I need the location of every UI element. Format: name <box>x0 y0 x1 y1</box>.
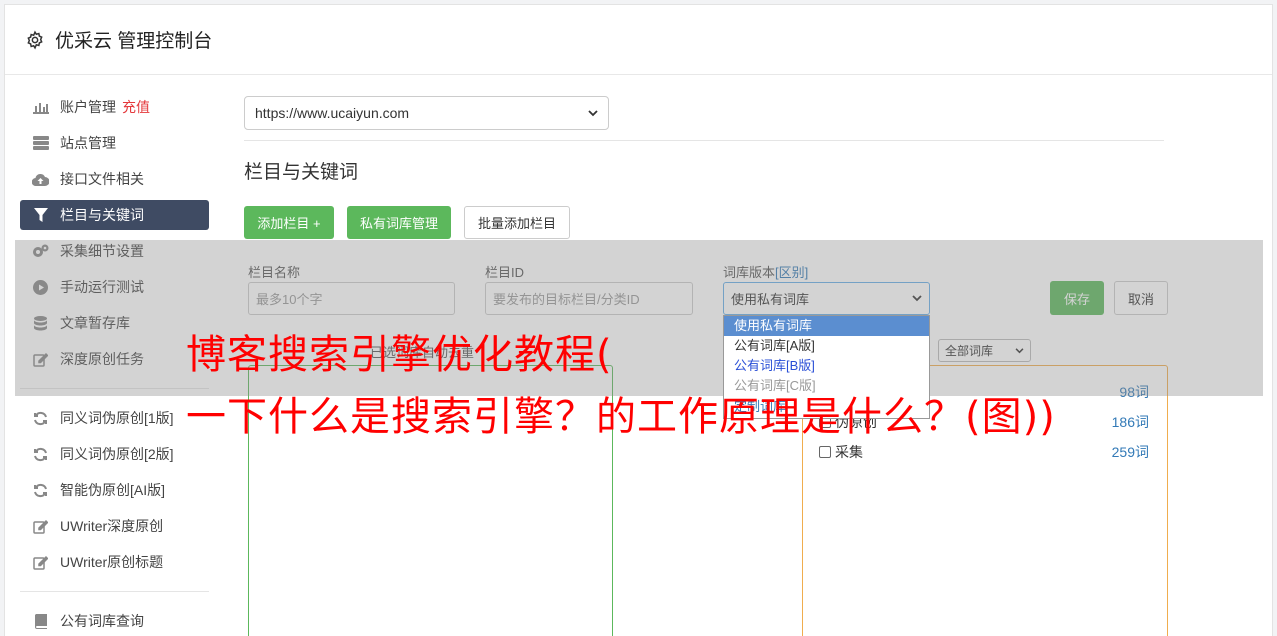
chevron-down-icon <box>588 109 598 116</box>
sidebar-item-uwriter-title[interactable]: UWriter原创标题 <box>20 547 209 577</box>
sidebar-item-label: 接口文件相关 <box>60 171 144 187</box>
section-title: 栏目与关键词 <box>244 162 359 183</box>
main-content: https://www.ucaiyun.com 栏目与关键词 添加栏目 + 私有… <box>244 96 1164 239</box>
batch-add-button[interactable]: 批量添加栏目 <box>464 206 570 239</box>
sidebar-item-api-files[interactable]: 接口文件相关 <box>20 164 209 194</box>
sidebar-item-uwriter-deep[interactable]: UWriter深度原创 <box>20 511 209 541</box>
watermark-line-2: 一下什么是搜索引擎？的工作原理是什么？(图)) <box>186 394 1056 440</box>
page-title: 优采云 管理控制台 <box>55 31 213 52</box>
lib-count: 186词 <box>1111 414 1149 430</box>
dropdown-option[interactable]: 公有词库[A版] <box>724 336 929 356</box>
sidebar-item-label: 站点管理 <box>60 135 116 151</box>
add-column-button[interactable]: 添加栏目 + <box>244 206 334 239</box>
sidebar-item-columns-keywords[interactable]: 栏目与关键词 <box>20 200 209 230</box>
refresh-icon <box>32 410 49 427</box>
checkbox-box[interactable] <box>819 446 831 458</box>
filter-icon <box>32 207 49 224</box>
edit-icon <box>32 518 49 535</box>
sidebar-item-public-lib[interactable]: 公有词库查询 <box>20 606 209 636</box>
sidebar-item-label: 同义词伪原创[2版] <box>60 446 174 462</box>
sidebar-item-label: UWriter原创标题 <box>60 554 164 570</box>
site-select-value: https://www.ucaiyun.com <box>255 105 410 121</box>
sidebar-item-label: 公有词库查询 <box>60 613 144 629</box>
list-item[interactable]: 采集 259词 <box>819 442 1149 462</box>
refresh-icon <box>32 482 49 499</box>
action-buttons: 添加栏目 + 私有词库管理 批量添加栏目 <box>244 206 1164 239</box>
lib-count: 259词 <box>1111 444 1149 460</box>
sidebar-item-synonym-v1[interactable]: 同义词伪原创[1版] <box>20 403 209 433</box>
watermark-line-1: 博客搜索引擎优化教程( <box>186 332 613 378</box>
lib-name: 采集 <box>835 444 863 460</box>
site-select[interactable]: https://www.ucaiyun.com <box>244 96 609 130</box>
recharge-link[interactable]: 充值 <box>122 97 150 117</box>
cloud-upload-icon <box>32 171 49 188</box>
bar-chart-icon <box>32 99 49 116</box>
sidebar-item-label: 智能伪原创[AI版] <box>60 482 166 498</box>
gear-icon <box>27 29 43 50</box>
dropdown-option[interactable]: 公有词库[B版] <box>724 356 929 376</box>
dropdown-option[interactable]: 使用私有词库 <box>724 316 929 336</box>
sidebar-item-sites[interactable]: 站点管理 <box>20 128 209 158</box>
sidebar-item-label: 栏目与关键词 <box>60 207 144 223</box>
top-bar: 优采云 管理控制台 <box>5 5 1272 75</box>
sidebar-divider <box>20 591 209 592</box>
book-icon <box>32 613 49 630</box>
edit-icon <box>32 554 49 571</box>
server-icon <box>32 135 49 152</box>
sidebar-item-ai-rewrite[interactable]: 智能伪原创[AI版] <box>20 475 209 505</box>
private-lib-button[interactable]: 私有词库管理 <box>347 206 451 239</box>
sidebar-item-account[interactable]: 账户管理 充值 <box>20 92 209 122</box>
lib-checkbox[interactable]: 采集 <box>819 442 863 462</box>
divider <box>244 140 1164 141</box>
sidebar-item-label: 同义词伪原创[1版] <box>60 410 174 426</box>
sidebar-item-label: UWriter深度原创 <box>60 518 164 534</box>
refresh-icon <box>32 446 49 463</box>
sidebar-item-synonym-v2[interactable]: 同义词伪原创[2版] <box>20 439 209 469</box>
sidebar-item-label: 账户管理 <box>60 99 116 115</box>
